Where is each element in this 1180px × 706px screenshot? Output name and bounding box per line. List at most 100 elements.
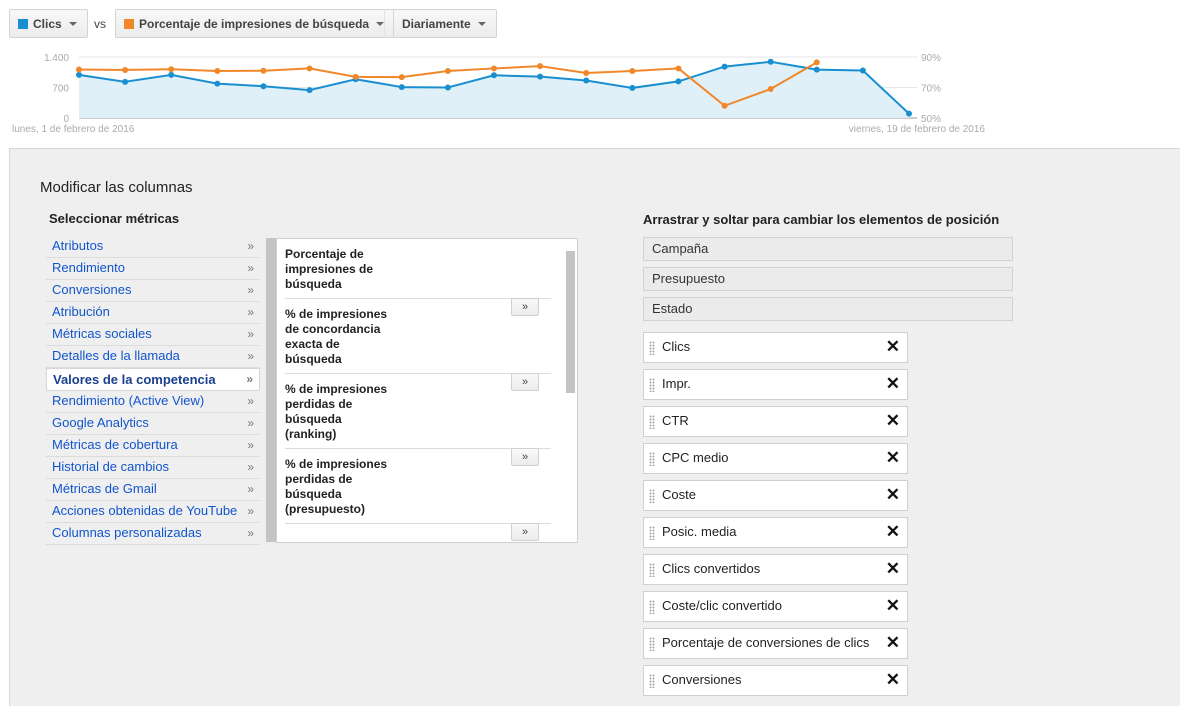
- y-left-tick-label: 700: [52, 84, 69, 95]
- data-point: [260, 67, 267, 74]
- drag-handle-icon[interactable]: [649, 600, 655, 614]
- category-item[interactable]: Historial de cambios »: [46, 457, 260, 479]
- drag-handle-icon[interactable]: [649, 489, 655, 503]
- category-item[interactable]: Métricas de Gmail »: [46, 479, 260, 501]
- metric-category-list: Atributos» Rendimiento» Conversiones» Atrib…: [46, 236, 260, 545]
- data-point: [813, 66, 820, 73]
- column-label: CPC medio: [662, 450, 729, 465]
- drag-drop-title: Arrastrar y soltar para cambiar los elem…: [643, 212, 1000, 227]
- fixed-column-item: Estado: [643, 297, 1013, 321]
- category-item[interactable]: Atribución »: [46, 302, 260, 324]
- chevron-down-icon: [68, 21, 77, 26]
- remove-column-icon[interactable]: ✕: [886, 374, 900, 394]
- remove-column-icon[interactable]: ✕: [886, 522, 900, 542]
- category-item[interactable]: Rendimiento (Active View) »: [46, 391, 260, 413]
- selected-column-item[interactable]: CTR ✕: [643, 406, 908, 437]
- data-point: [721, 102, 728, 109]
- category-item[interactable]: Conversiones »: [46, 280, 260, 302]
- remove-column-icon[interactable]: ✕: [886, 633, 900, 653]
- data-point: [675, 65, 682, 72]
- category-item[interactable]: Métricas sociales »: [46, 324, 260, 346]
- remove-column-icon[interactable]: ✕: [886, 337, 900, 357]
- category-label: Valores de la competencia: [53, 372, 216, 387]
- data-point: [767, 58, 774, 65]
- metric2-dropdown[interactable]: Porcentaje de impresiones de búsqueda: [115, 9, 396, 38]
- selected-column-item[interactable]: Clics ✕: [643, 332, 908, 363]
- selected-column-item[interactable]: Coste ✕: [643, 480, 908, 511]
- selected-column-item[interactable]: Impr. ✕: [643, 369, 908, 400]
- chevron-right-icon: »: [247, 460, 254, 474]
- data-point: [76, 66, 82, 73]
- selected-column-item[interactable]: Conversiones ✕: [643, 665, 908, 696]
- y-left-tick-label: 1.400: [44, 53, 69, 64]
- category-label: Detalles de la llamada: [52, 348, 180, 363]
- category-label: Rendimiento: [52, 260, 125, 275]
- category-item[interactable]: Acciones obtenidas de YouTube »: [46, 501, 260, 523]
- chevron-right-icon: »: [247, 504, 254, 518]
- drag-handle-icon[interactable]: [649, 378, 655, 392]
- category-item[interactable]: Métricas de cobertura »: [46, 435, 260, 457]
- category-item[interactable]: Atributos »: [46, 236, 260, 258]
- y-right-tick-label: 70%: [921, 84, 941, 95]
- category-item[interactable]: Google Analytics »: [46, 413, 260, 435]
- category-label: Métricas de Gmail: [52, 481, 157, 496]
- period-dropdown[interactable]: Diariamente: [393, 9, 497, 38]
- remove-column-icon[interactable]: ✕: [886, 670, 900, 690]
- column-label: Impr.: [662, 376, 691, 391]
- category-label: Acciones obtenidas de YouTube: [52, 503, 238, 518]
- metric1-dropdown[interactable]: Clics: [9, 9, 88, 38]
- drag-handle-icon[interactable]: [649, 341, 655, 355]
- remove-column-icon[interactable]: ✕: [886, 596, 900, 616]
- toolbar-divider: [384, 9, 385, 38]
- category-item[interactable]: Rendimiento »: [46, 258, 260, 280]
- metric-row: % de impresiones de concordancia exacta …: [285, 299, 551, 391]
- selected-column-item[interactable]: Posic. media ✕: [643, 517, 908, 548]
- drag-handle-icon[interactable]: [649, 415, 655, 429]
- data-point: [537, 73, 544, 80]
- chevron-right-icon: »: [247, 526, 254, 540]
- remove-column-icon[interactable]: ✕: [886, 559, 900, 579]
- selected-column-item[interactable]: Clics convertidos ✕: [643, 554, 908, 585]
- data-point: [122, 78, 129, 85]
- scrollbar[interactable]: [566, 251, 575, 393]
- fixed-column-item: Presupuesto: [643, 267, 1013, 291]
- select-metrics-title: Seleccionar métricas: [49, 211, 180, 226]
- selected-column-item[interactable]: Coste/clic convertido ✕: [643, 591, 908, 622]
- vs-label: vs: [94, 17, 106, 31]
- data-point: [629, 68, 636, 75]
- category-label: Historial de cambios: [52, 459, 170, 474]
- remove-column-icon[interactable]: ✕: [886, 485, 900, 505]
- remove-column-icon[interactable]: ✕: [886, 448, 900, 468]
- selected-column-item[interactable]: CPC medio ✕: [643, 443, 908, 474]
- column-label: Clics: [662, 339, 691, 354]
- drag-handle-icon[interactable]: [649, 526, 655, 540]
- drag-handle-icon[interactable]: [649, 674, 655, 688]
- category-label: Google Analytics: [52, 415, 149, 430]
- data-point: [583, 70, 590, 77]
- chevron-right-icon: »: [247, 482, 254, 496]
- category-label: Conversiones: [52, 282, 132, 297]
- category-label: Rendimiento (Active View): [52, 393, 205, 408]
- category-label: Métricas de cobertura: [52, 437, 178, 452]
- metric-list: Porcentaje de impresiones de búsqueda»% …: [276, 238, 578, 543]
- column-label: Clics convertidos: [662, 561, 761, 576]
- metric-row: % de impresiones perdidas de búsqueda (p…: [285, 449, 551, 541]
- drag-handle-icon[interactable]: [649, 637, 655, 651]
- drag-handle-icon[interactable]: [649, 563, 655, 577]
- category-item[interactable]: Valores de la competencia »: [46, 368, 260, 391]
- add-metric-button[interactable]: »: [511, 523, 539, 541]
- chevron-right-icon: »: [246, 372, 253, 386]
- chevron-right-icon: »: [247, 416, 254, 430]
- category-item[interactable]: Detalles de la llamada »: [46, 346, 260, 368]
- data-point: [675, 78, 682, 85]
- category-item[interactable]: Columnas personalizadas »: [46, 523, 260, 545]
- column-label: CTR: [662, 413, 689, 428]
- column-label: Coste/clic convertido: [662, 598, 782, 613]
- selected-column-item[interactable]: Porcentaje de conversiones de clics ✕: [643, 628, 908, 659]
- modify-columns-panel: Modificar las columnas Seleccionar métri…: [9, 148, 1180, 706]
- remove-column-icon[interactable]: ✕: [886, 411, 900, 431]
- category-label: Atribución: [52, 304, 110, 319]
- x-start-label: lunes, 1 de febrero de 2016: [12, 124, 135, 135]
- drag-handle-icon[interactable]: [649, 452, 655, 466]
- scrollbar[interactable]: [266, 238, 276, 542]
